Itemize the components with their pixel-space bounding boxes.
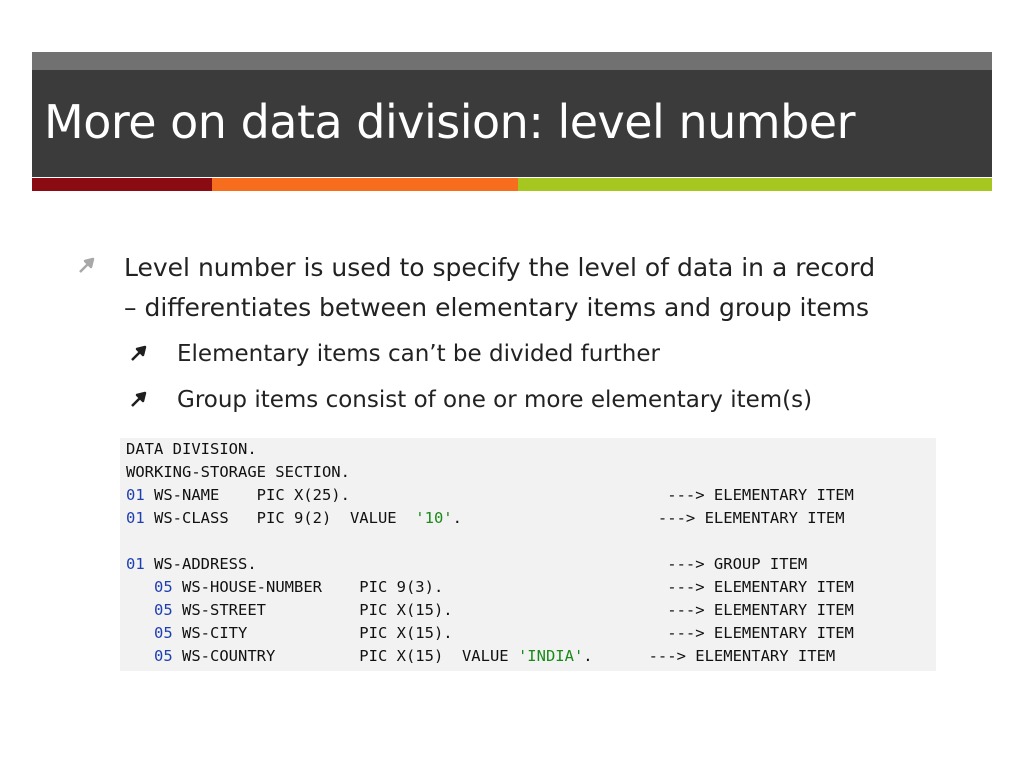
arrow-up-right-icon (131, 345, 147, 361)
bullet-line-1: Level number is used to specify the leve… (124, 253, 876, 282)
code-block: DATA DIVISION. WORKING-STORAGE SECTION. … (120, 438, 936, 671)
arrow-up-right-icon (79, 257, 95, 273)
bullet-level-number: Level number is used to specify the leve… (124, 248, 875, 328)
bullet-line-2: – differentiates between elementary item… (124, 293, 870, 322)
sub-bullet-group: Group items consist of one or more eleme… (177, 387, 813, 413)
code-line: WORKING-STORAGE SECTION. (126, 463, 350, 481)
code-line: 01 WS-CLASS PIC 9(2) VALUE '10'. ---> EL… (126, 509, 845, 527)
slide: More on data division: level number Leve… (0, 0, 1024, 768)
title-band: More on data division: level number (32, 70, 992, 177)
code-line: 01 WS-NAME PIC X(25). ---> ELEMENTARY IT… (126, 486, 854, 504)
accent-bar-green (518, 178, 992, 191)
sub-bullet-elementary: Elementary items can’t be divided furthe… (177, 341, 660, 367)
code-line: 05 WS-COUNTRY PIC X(15) VALUE 'INDIA'. -… (126, 647, 836, 665)
slide-title: More on data division: level number (44, 95, 856, 149)
title-top-strip (32, 52, 992, 70)
accent-bar-red (32, 178, 212, 191)
arrow-up-right-icon (131, 391, 147, 407)
accent-bar-orange (212, 178, 518, 191)
code-line: 01 WS-ADDRESS. ---> GROUP ITEM (126, 555, 808, 573)
code-line: 05 WS-HOUSE-NUMBER PIC 9(3). ---> ELEMEN… (126, 578, 854, 596)
code-line: 05 WS-STREET PIC X(15). ---> ELEMENTARY … (126, 601, 854, 619)
code-line: DATA DIVISION. (126, 440, 257, 458)
code-line: 05 WS-CITY PIC X(15). ---> ELEMENTARY IT… (126, 624, 854, 642)
